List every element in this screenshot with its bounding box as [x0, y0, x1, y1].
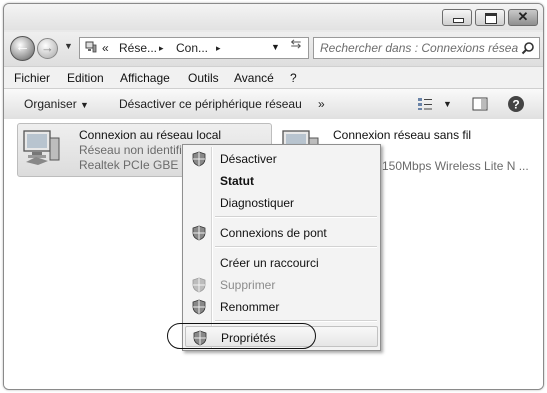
- address-row: ← → ▼ « Rése... ▸ Con... ▸ ▼ ⇆: [4, 32, 543, 66]
- chevron-down-icon: ▼: [80, 100, 89, 110]
- uac-shield-icon: [192, 225, 206, 241]
- maximize-button[interactable]: [475, 9, 505, 26]
- maximize-icon: [485, 13, 497, 24]
- context-menu: Désactiver Statut Diagnostiquer Connexio…: [182, 144, 381, 351]
- disable-device-button[interactable]: Désactiver ce périphérique réseau: [119, 97, 302, 111]
- view-dropdown-icon[interactable]: ▼: [443, 99, 452, 109]
- menu-separator: [215, 216, 377, 218]
- breadcrumb-reseau[interactable]: Rése...: [119, 41, 157, 55]
- back-arrow-icon: ←: [15, 38, 30, 55]
- menu-separator: [215, 246, 377, 248]
- menu-item-create-shortcut[interactable]: Créer un raccourci: [185, 252, 378, 273]
- help-icon[interactable]: ?: [507, 95, 525, 113]
- menu-item-diagnose[interactable]: Diagnostiquer: [185, 192, 378, 213]
- refresh-icon: ⇆: [290, 36, 302, 51]
- menu-item-label: Connexions de pont: [220, 226, 327, 240]
- menu-bar: Fichier Edition Affichage Outils Avancé …: [4, 66, 543, 89]
- menu-separator: [215, 320, 377, 322]
- menu-item-bridge[interactable]: Connexions de pont: [185, 222, 378, 243]
- connection-status-lan: Réseau non identifié: [79, 143, 189, 157]
- connection-name-lan: Connexion au réseau local: [79, 128, 222, 142]
- menu-help[interactable]: ?: [290, 71, 297, 85]
- close-icon: ✕: [517, 9, 529, 24]
- menu-item-status[interactable]: Statut: [185, 170, 378, 191]
- breadcrumb-connexions[interactable]: Con...: [176, 41, 208, 55]
- menu-item-label: Créer un raccourci: [220, 256, 319, 270]
- forward-button[interactable]: →: [37, 38, 58, 59]
- search-input[interactable]: [314, 38, 518, 58]
- address-dropdown-icon[interactable]: ▼: [271, 42, 280, 52]
- title-bar: ✕: [4, 4, 543, 30]
- breadcrumb-separator-icon[interactable]: ▸: [216, 43, 221, 54]
- breadcrumb-separator-icon[interactable]: ▸: [159, 43, 164, 54]
- uac-shield-icon: [192, 299, 206, 315]
- address-chevrons[interactable]: «: [102, 41, 109, 55]
- connection-device-wifi: 150Mbps Wireless Lite N ...: [382, 159, 529, 173]
- menu-item-rename[interactable]: Renommer: [185, 296, 378, 317]
- menu-outils[interactable]: Outils: [188, 71, 219, 85]
- forward-arrow-icon: →: [41, 40, 54, 55]
- minimize-icon: [453, 18, 464, 23]
- command-bar: Organiser ▼ Désactiver ce périphérique r…: [4, 88, 543, 120]
- recent-pages-dropdown-icon[interactable]: ▼: [64, 41, 73, 51]
- menu-item-label: Désactiver: [220, 152, 277, 166]
- menu-avance[interactable]: Avancé: [234, 71, 274, 85]
- annotation-highlight-oval: [167, 323, 316, 349]
- menu-item-label: Renommer: [220, 300, 280, 314]
- connection-name-wifi[interactable]: Connexion réseau sans fil: [333, 128, 471, 142]
- menu-item-label: Supprimer: [220, 278, 276, 292]
- preview-pane-icon[interactable]: [472, 97, 488, 111]
- menu-fichier[interactable]: Fichier: [14, 71, 50, 85]
- refresh-button[interactable]: ⇆: [285, 36, 307, 51]
- more-commands-button[interactable]: »: [318, 97, 325, 111]
- network-adapter-icon: [23, 130, 60, 165]
- uac-shield-icon: [192, 277, 206, 293]
- search-icon[interactable]: [521, 41, 535, 55]
- menu-item-delete: Supprimer: [185, 274, 378, 295]
- organize-label: Organiser: [24, 97, 77, 111]
- network-folder-icon: [85, 41, 97, 53]
- minimize-button[interactable]: [442, 9, 472, 26]
- menu-item-label: Statut: [220, 174, 254, 188]
- organize-button[interactable]: Organiser ▼: [24, 97, 89, 111]
- svg-text:?: ?: [512, 98, 519, 112]
- menu-item-disable[interactable]: Désactiver: [185, 148, 378, 169]
- menu-item-label: Diagnostiquer: [220, 196, 295, 210]
- menu-edition[interactable]: Edition: [67, 71, 104, 85]
- close-button[interactable]: ✕: [508, 9, 538, 26]
- search-box: [313, 37, 540, 59]
- back-button[interactable]: ←: [10, 36, 35, 61]
- uac-shield-icon: [192, 151, 206, 167]
- address-bar[interactable]: « Rése... ▸ Con... ▸ ▼: [79, 37, 309, 59]
- menu-affichage[interactable]: Affichage: [120, 71, 170, 85]
- view-options-icon[interactable]: [417, 97, 433, 111]
